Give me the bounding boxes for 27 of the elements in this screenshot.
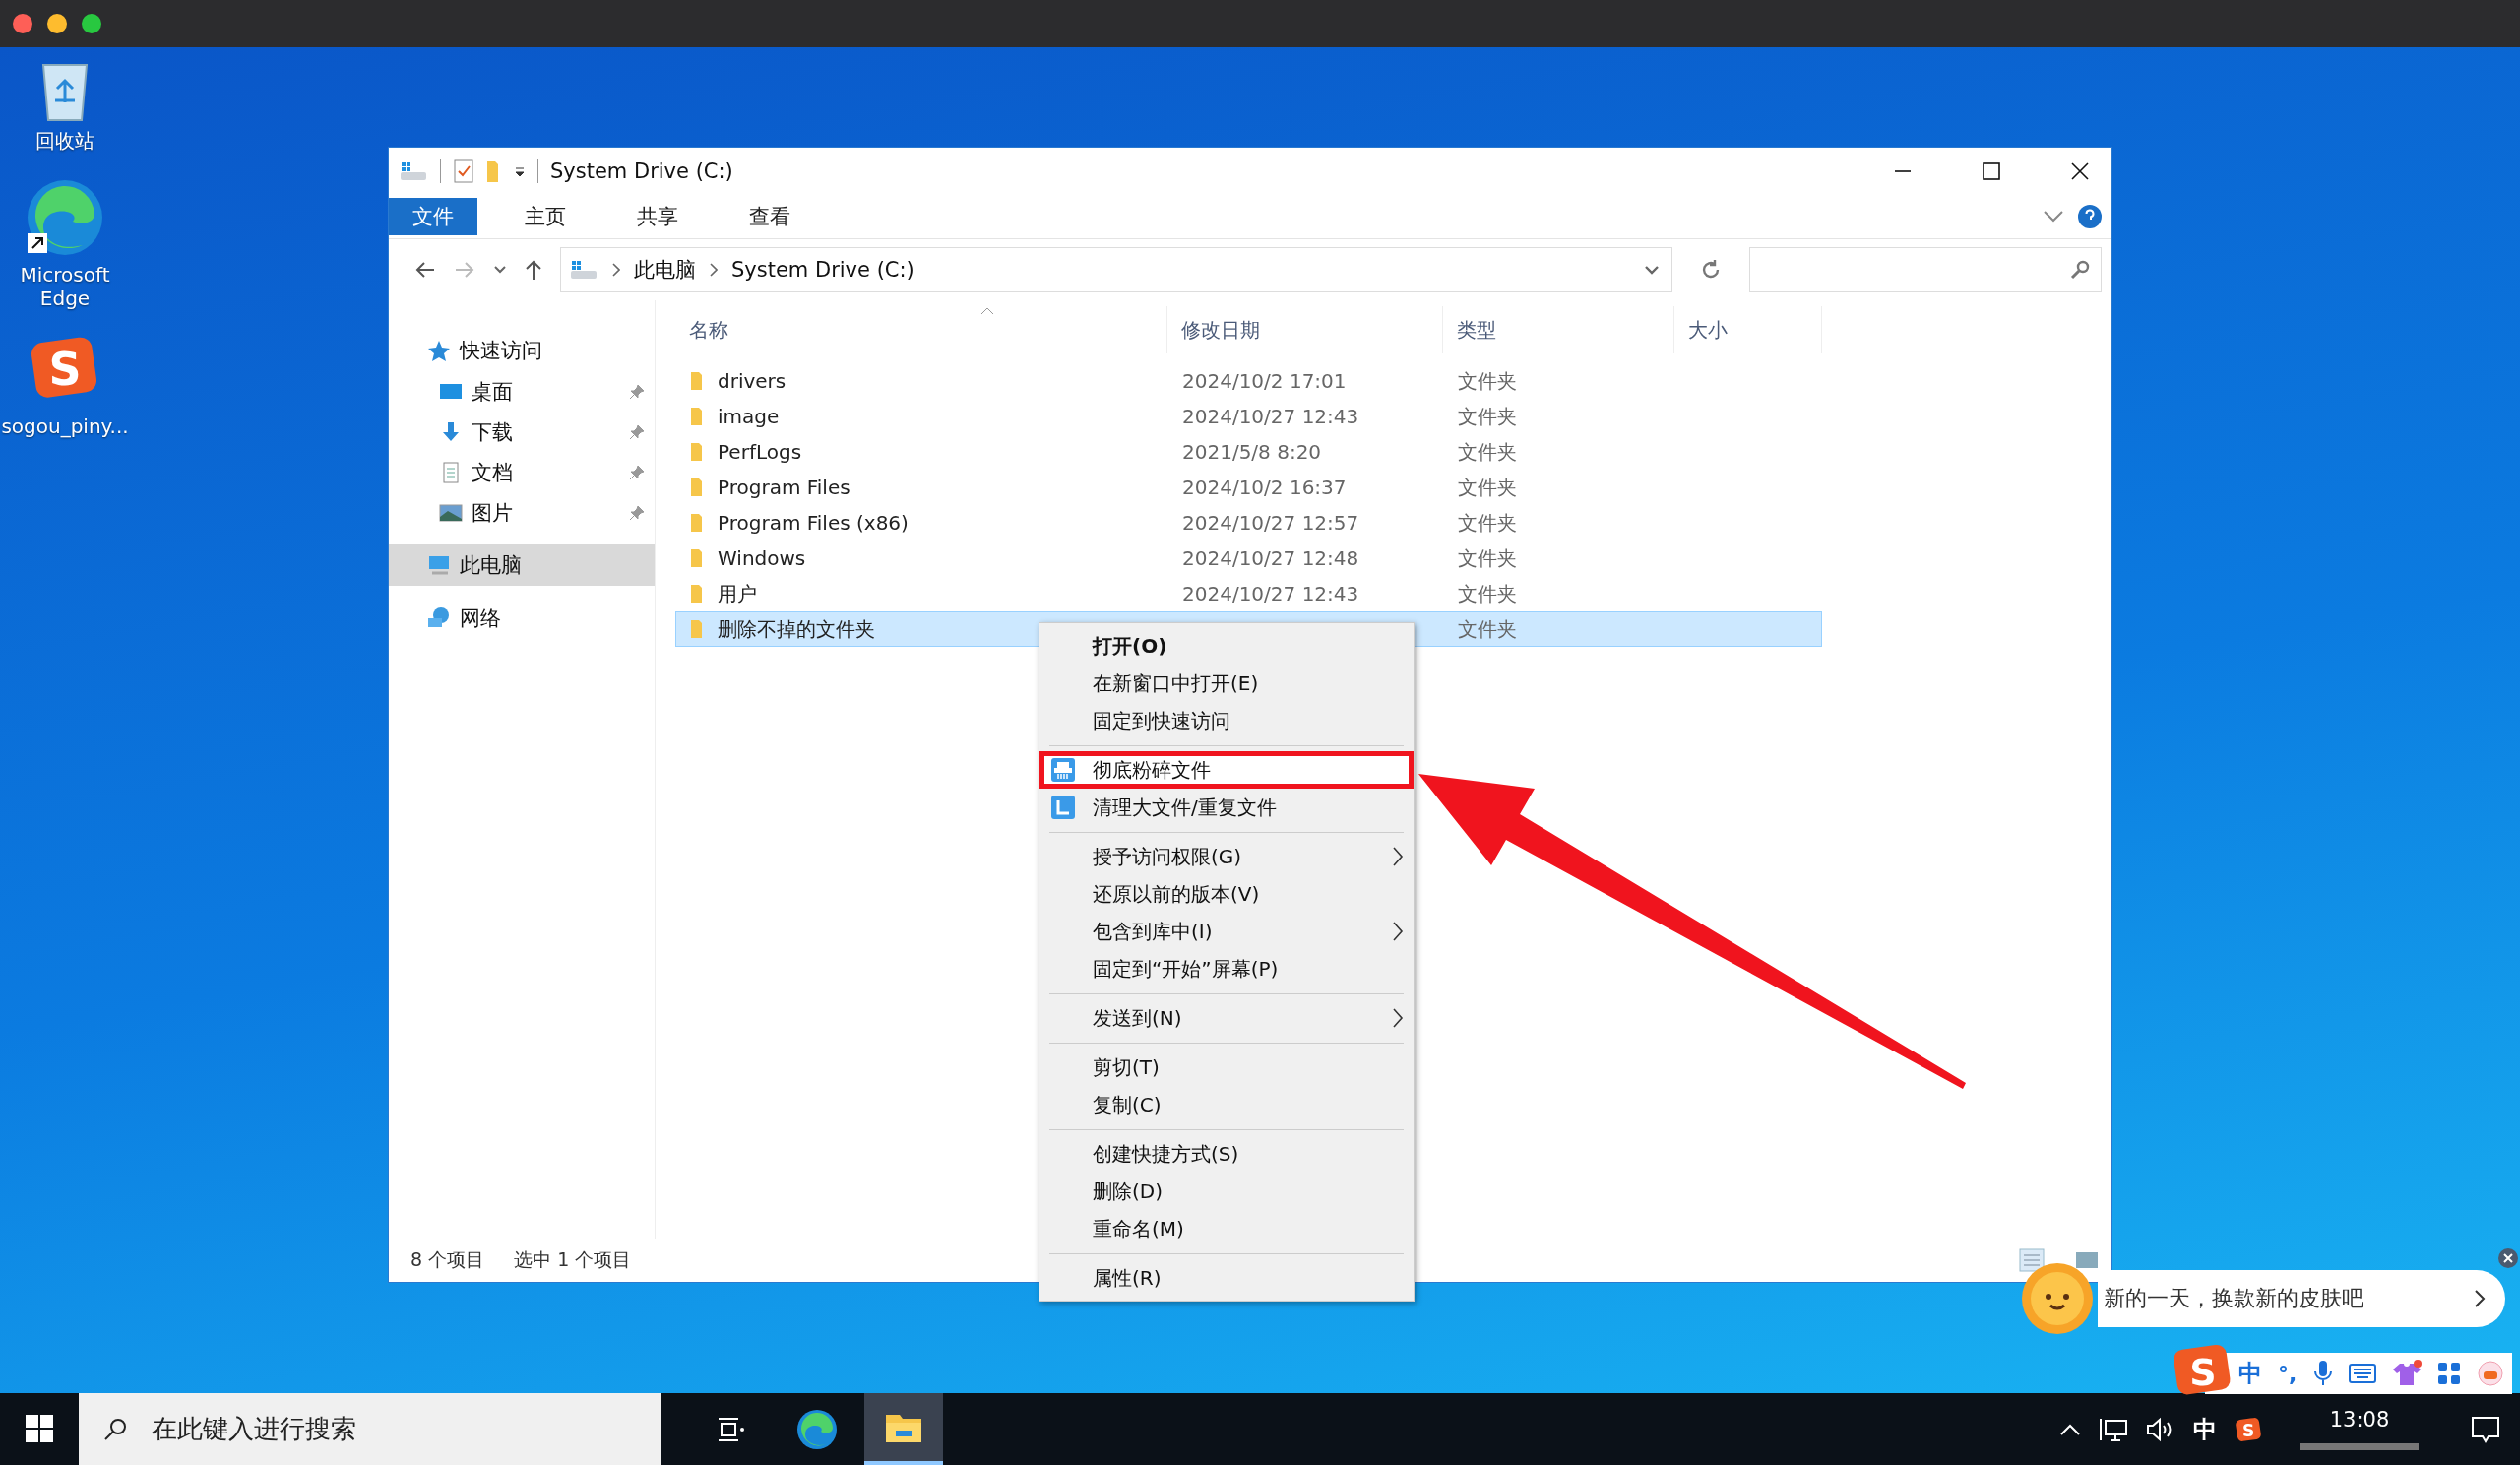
file-type: 文件夹 <box>1458 544 1517 572</box>
modified-date: 2024/10/2 17:01 <box>1182 369 1347 393</box>
file-type: 文件夹 <box>1458 403 1517 430</box>
file-name: Program Files <box>718 476 850 499</box>
status-text: 8 个项目 <box>410 1247 485 1272</box>
file-type: 文件夹 <box>1458 474 1517 501</box>
modified-date: 2024/10/2 16:37 <box>1182 476 1347 499</box>
file-name: image <box>718 405 780 428</box>
file-type: 文件夹 <box>1458 615 1517 643</box>
file-name: 用户 <box>718 580 757 607</box>
file-type: 文件夹 <box>1458 438 1517 466</box>
modified-date: 2024/10/27 12:48 <box>1182 546 1359 570</box>
modified-date: 2024/10/27 12:43 <box>1182 582 1359 605</box>
modified-date: 2021/5/8 8:20 <box>1182 440 1322 464</box>
modified-date: 2024/10/27 12:43 <box>1182 405 1359 428</box>
window-title: System Drive (C:) <box>550 159 733 183</box>
modified-date: 2024/10/27 12:57 <box>1182 511 1359 535</box>
file-name: Program Files (x86) <box>718 511 909 535</box>
file-name: 删除不掉的文件夹 <box>718 615 875 643</box>
notification-text: 新的一天，换款新的皮肤吧 <box>2104 1285 2363 1312</box>
file-type: 文件夹 <box>1458 580 1517 607</box>
file-name: Windows <box>718 546 806 570</box>
file-type: 文件夹 <box>1458 509 1517 537</box>
status-text: 选中 1 个项目 <box>514 1247 632 1272</box>
file-type: 文件夹 <box>1458 367 1517 395</box>
file-name: drivers <box>718 369 787 393</box>
file-name: PerfLogs <box>718 440 802 464</box>
